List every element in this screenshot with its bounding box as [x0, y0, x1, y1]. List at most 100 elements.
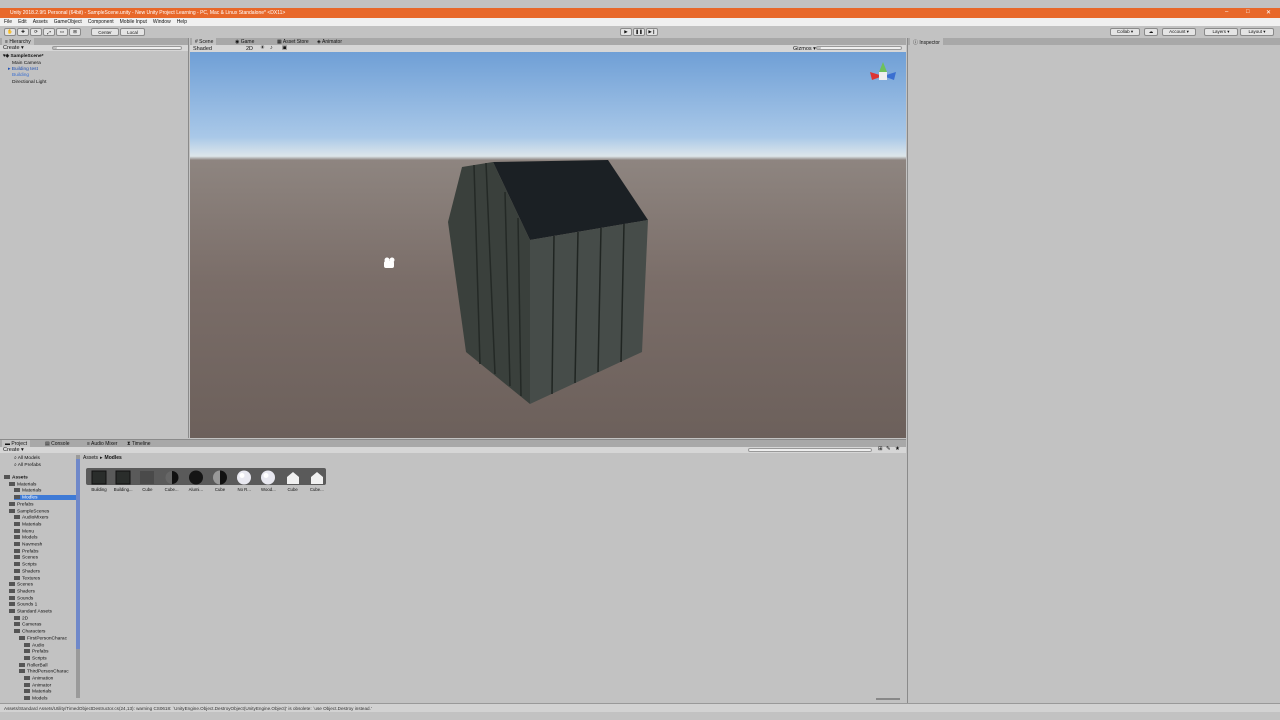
folder-tree-item[interactable]: Models — [14, 535, 37, 541]
folder-tree-item[interactable]: Prefabs — [24, 649, 49, 654]
folder-tree-item[interactable]: Sounds 1 — [9, 602, 37, 608]
layout-dropdown[interactable]: Layout ▾ — [1240, 28, 1274, 36]
project-search-input[interactable] — [748, 448, 872, 452]
folder-tree-item[interactable]: 2D — [14, 615, 28, 621]
folder-tree-item[interactable]: Standard Assets — [9, 609, 52, 614]
hierarchy-item-building[interactable]: Building — [12, 73, 29, 78]
folder-tree-item[interactable]: Prefabs — [14, 548, 39, 554]
close-icon[interactable]: ✕ — [1266, 9, 1271, 16]
breadcrumb-assets[interactable]: Assets — [83, 455, 98, 461]
folder-tree-item[interactable]: Materials — [14, 488, 41, 494]
favorite-all-prefabs[interactable]: ⌕ All Prefabs — [14, 462, 41, 468]
tab-console[interactable]: ▤ Console — [42, 440, 72, 447]
menu-gameobject[interactable]: GameObject — [54, 19, 82, 25]
lighting-icon[interactable]: ☀ — [260, 45, 265, 51]
folder-tree-item[interactable]: ThirdPersonCharac — [19, 669, 69, 675]
folder-tree-item[interactable]: Materials — [24, 689, 51, 695]
folder-tree-item[interactable]: Menu — [14, 528, 34, 534]
folder-tree-item[interactable]: Animation — [24, 676, 53, 681]
menu-mobile-input[interactable]: Mobile Input — [120, 19, 147, 25]
account-button[interactable]: Account ▾ — [1162, 28, 1196, 36]
folder-tree-item[interactable]: Scenes — [9, 582, 33, 587]
tree-scrollbar-thumb[interactable] — [76, 459, 80, 649]
asset-label[interactable]: Cube... — [305, 487, 329, 492]
scale-tool-icon[interactable]: ⤢ — [43, 28, 55, 36]
minimize-icon[interactable]: – — [1225, 9, 1228, 15]
folder-tree-item[interactable]: Materials — [14, 521, 41, 527]
asset-label[interactable]: Cube — [281, 487, 305, 492]
pivot-center-button[interactable]: Center — [91, 28, 119, 36]
asset-label[interactable]: Building — [87, 487, 111, 492]
folder-tree-item[interactable]: Cameras — [14, 622, 41, 628]
folder-tree-item[interactable]: Assets — [4, 475, 28, 480]
play-icon[interactable]: ▶ — [620, 28, 632, 36]
scene-search-input[interactable] — [816, 46, 902, 50]
asset-thumbnail[interactable] — [136, 469, 158, 486]
tab-timeline[interactable]: ⧗ Timeline — [124, 440, 154, 447]
hierarchy-item-building-test[interactable]: ▸ Building test — [8, 67, 38, 72]
maximize-icon[interactable]: □ — [1246, 9, 1250, 15]
transform-tool-icon[interactable]: ⊞ — [69, 28, 81, 36]
rotate-tool-icon[interactable]: ⟳ — [30, 28, 42, 36]
pause-icon[interactable]: ❚❚ — [633, 28, 645, 36]
tab-game[interactable]: ◉ Game — [232, 38, 257, 45]
folder-tree-item[interactable]: RollerBall — [19, 662, 48, 668]
folder-tree-item[interactable]: Prefabs — [9, 501, 34, 507]
folder-tree-item[interactable]: Scenes — [14, 555, 38, 561]
folder-tree-item[interactable]: Textures — [14, 575, 40, 581]
rect-tool-icon[interactable]: ▭ — [56, 28, 68, 36]
step-icon[interactable]: ▶❙ — [646, 28, 658, 36]
tab-project[interactable]: ▬ Project — [2, 440, 30, 447]
tab-asset-store[interactable]: ▦ Asset Store — [274, 38, 312, 45]
folder-tree-item[interactable]: Audio — [24, 642, 44, 648]
hand-tool-icon[interactable]: ✋ — [4, 28, 16, 36]
folder-tree-item[interactable]: Scripts — [24, 655, 47, 661]
audio-icon[interactable]: ♪ — [270, 45, 273, 51]
asset-thumbnail[interactable] — [112, 469, 134, 486]
zoom-slider[interactable] — [876, 698, 900, 700]
folder-tree-item[interactable]: AudioMixers — [14, 515, 48, 520]
tree-scrollbar[interactable] — [76, 455, 80, 698]
effects-icon[interactable]: ▣ — [282, 45, 287, 51]
favorite-all-models[interactable]: ⌕ All Models — [14, 455, 40, 461]
menu-assets[interactable]: Assets — [33, 19, 48, 25]
asset-thumbnail[interactable] — [185, 469, 207, 486]
camera-gizmo-icon[interactable] — [384, 257, 395, 269]
scene-root[interactable]: ▾◈ SampleScene* — [3, 54, 44, 59]
asset-label[interactable]: Cube — [208, 487, 232, 492]
cloud-icon[interactable]: ☁ — [1144, 28, 1158, 36]
hierarchy-item-directional-light[interactable]: Directional Light — [12, 80, 46, 85]
asset-thumbnail[interactable] — [282, 469, 304, 486]
asset-label[interactable]: Building... — [111, 487, 135, 492]
breadcrumb-modles[interactable]: Modles — [105, 455, 122, 461]
folder-tree-item[interactable]: Scripts — [14, 562, 37, 567]
pivot-local-button[interactable]: Local — [120, 28, 145, 36]
star-icon[interactable]: ★ — [895, 446, 900, 452]
filter-type-icon[interactable]: ⊞ — [878, 446, 883, 452]
folder-tree-item[interactable]: Characters — [14, 629, 45, 634]
asset-thumbnail[interactable] — [233, 469, 255, 486]
folder-tree-item[interactable]: Sounds — [9, 595, 33, 601]
hierarchy-item-main-camera[interactable]: Main Camera — [12, 61, 41, 66]
asset-label[interactable]: Wood... — [256, 487, 280, 492]
tab-hierarchy[interactable]: ≡ Hierarchy — [2, 38, 34, 45]
asset-label[interactable]: Cube — [135, 487, 159, 492]
asset-thumbnail[interactable] — [306, 469, 328, 486]
move-tool-icon[interactable]: ✚ — [17, 28, 29, 36]
asset-thumbnail[interactable] — [161, 469, 183, 486]
asset-label[interactable]: No R... — [232, 487, 256, 492]
folder-tree-item[interactable]: FirstPersonCharac — [19, 635, 67, 641]
tab-animator[interactable]: ◈ Animator — [314, 38, 345, 45]
menu-component[interactable]: Component — [88, 19, 114, 25]
expand-arrow-icon[interactable]: ▸ — [8, 67, 10, 72]
hierarchy-create-button[interactable]: Create ▾ — [3, 45, 24, 51]
asset-thumbnail[interactable] — [209, 469, 231, 486]
menu-help[interactable]: Help — [177, 19, 187, 25]
orientation-gizmo-icon[interactable] — [870, 62, 896, 80]
asset-thumbnail[interactable] — [257, 469, 279, 486]
folder-tree-item[interactable]: Shaders — [14, 568, 40, 574]
folder-tree-item[interactable]: SampleScenes — [9, 508, 49, 514]
folder-tree-item[interactable]: Materials — [9, 481, 36, 487]
tab-audio-mixer[interactable]: ≡ Audio Mixer — [84, 440, 120, 447]
asset-label[interactable]: Alumi... — [184, 487, 208, 492]
